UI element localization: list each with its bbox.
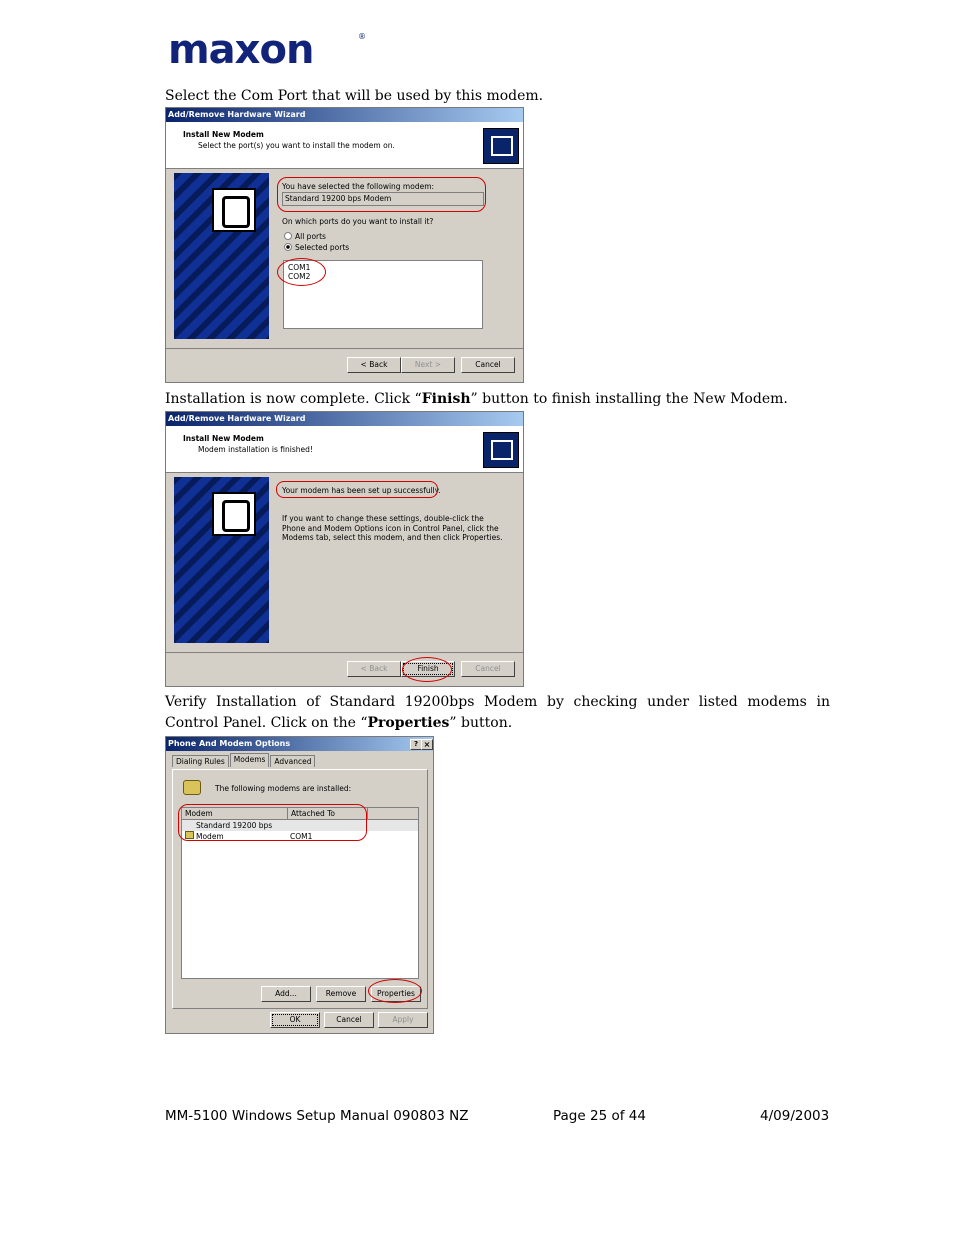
maxon-logo: maxon ®	[168, 30, 368, 70]
hardware-wizard-icon	[483, 128, 519, 164]
add-button[interactable]: Add...	[261, 986, 311, 1002]
dialog-title: Add/Remove Hardware Wizard	[166, 412, 523, 426]
info-line: If you want to change these settings, do…	[282, 514, 484, 523]
next-button[interactable]: Next >	[401, 357, 455, 373]
phone-modem-options-dialog: Phone And Modem Options ? × Dialing Rule…	[165, 736, 434, 1034]
hardware-wizard-icon	[483, 432, 519, 468]
step3-line1: Verify Installation of Standard 19200bps…	[165, 694, 830, 710]
wizard-header: Install New Modem Modem installation is …	[166, 426, 523, 473]
step2-text-post: ” button to finish installing the New Mo…	[470, 391, 788, 407]
step3-text-post: ” button.	[449, 715, 513, 731]
step2-text-pre: Installation is now complete. Click “	[165, 391, 422, 407]
highlight-success	[276, 481, 438, 498]
info-line: Phone and Modem Options icon in Control …	[282, 523, 499, 533]
divider	[166, 348, 523, 349]
remove-button[interactable]: Remove	[316, 986, 366, 1002]
all-ports-radio[interactable]: All ports	[284, 232, 326, 241]
header-title: Install New Modem	[183, 130, 264, 139]
footer-doc-title: MM-5100 Windows Setup Manual 090803 NZ	[165, 1108, 469, 1124]
phone-icon	[212, 492, 256, 536]
cancel-button[interactable]: Cancel	[461, 357, 515, 373]
phone-icon	[212, 188, 256, 232]
selected-ports-radio[interactable]: Selected ports	[284, 243, 349, 252]
highlight-ports	[277, 258, 326, 286]
tab-strip: Dialing Rules Modems Advanced	[172, 753, 316, 769]
ok-button[interactable]: OK	[270, 1012, 320, 1028]
wizard-side-banner	[174, 173, 269, 339]
wizard-header: Install New Modem Select the port(s) you…	[166, 122, 523, 169]
tab-advanced[interactable]: Advanced	[270, 755, 316, 767]
tab-dialing-rules[interactable]: Dialing Rules	[172, 755, 229, 767]
wizard-dialog-finished: Add/Remove Hardware Wizard Install New M…	[165, 411, 524, 687]
footer-page-number: Page 25 of 44	[553, 1108, 646, 1124]
header-subtitle: Modem installation is finished!	[198, 445, 313, 454]
highlight-modem-row	[178, 804, 367, 841]
wizard-dialog-select-port: Add/Remove Hardware Wizard Install New M…	[165, 107, 524, 383]
step3-text-pre: Control Panel. Click on the “	[165, 715, 368, 731]
step2-instruction: Installation is now complete. Click “Fin…	[165, 389, 788, 410]
logo-registered-mark: ®	[358, 32, 366, 41]
wizard-side-banner	[174, 477, 269, 643]
back-button[interactable]: < Back	[347, 357, 401, 373]
footer-date: 4/09/2003	[760, 1108, 830, 1124]
info-line: Modems tab, select this modem, and then …	[282, 533, 503, 542]
highlight-properties	[368, 979, 422, 1003]
logo-wordmark: maxon	[168, 27, 314, 73]
divider	[166, 652, 523, 653]
close-button[interactable]: ×	[421, 739, 433, 750]
modem-phone-icon	[183, 780, 201, 795]
step1-instruction: Select the Com Port that will be used by…	[165, 88, 544, 104]
back-button[interactable]: < Back	[347, 661, 401, 677]
dialog-title: Add/Remove Hardware Wizard	[166, 108, 523, 122]
apply-button[interactable]: Apply	[378, 1012, 428, 1028]
highlight-finish	[402, 657, 452, 682]
cancel-button[interactable]: Cancel	[324, 1012, 374, 1028]
step2-text-bold: Finish	[421, 391, 471, 407]
info-text: If you want to change these settings, do…	[282, 514, 503, 543]
tab-modems[interactable]: Modems	[229, 753, 270, 767]
step3-text-bold: Properties	[367, 715, 450, 731]
highlight-modem	[277, 177, 486, 212]
ports-question: On which ports do you want to install it…	[282, 217, 434, 226]
installed-modems-label: The following modems are installed:	[215, 784, 352, 793]
header-title: Install New Modem	[183, 434, 264, 443]
dialog-title: Phone And Modem Options	[168, 739, 291, 748]
header-subtitle: Select the port(s) you want to install t…	[198, 141, 395, 150]
cancel-button[interactable]: Cancel	[461, 661, 515, 677]
step3-line2: Control Panel. Click on the “Properties”…	[165, 713, 512, 734]
dialog-title-bar: Phone And Modem Options ? ×	[166, 737, 433, 751]
